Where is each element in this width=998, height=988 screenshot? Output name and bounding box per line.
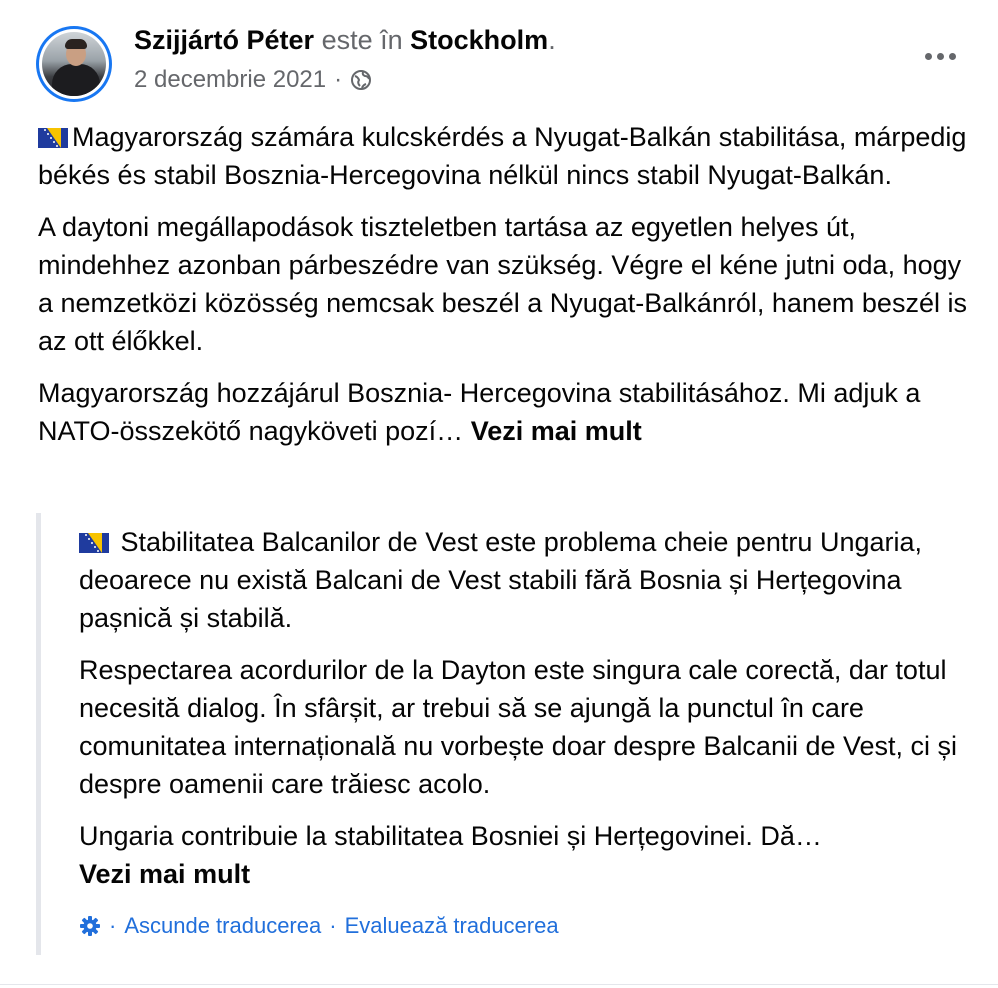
gear-icon[interactable] <box>79 915 101 937</box>
post-card: Szijjártó Péter este în Stockholm. 2 dec… <box>0 0 998 985</box>
post-paragraph-1: Magyarország számára kulcskérdés a Nyuga… <box>38 120 967 190</box>
translation-see-more-link[interactable]: Vezi mai mult <box>79 859 250 889</box>
translation-paragraph-2: Respectarea acordurilor de la Dayton est… <box>79 655 958 799</box>
footer-separator-1: · <box>109 913 117 938</box>
bosnia-flag-icon <box>79 525 109 553</box>
post-paragraph-2: A daytoni megállapodások tiszteletben ta… <box>38 212 967 356</box>
hide-translation-link[interactable]: Ascunde traducerea <box>124 913 321 939</box>
footer-separator-2: · <box>329 913 337 938</box>
post-paragraph-3: Magyarország hozzájárul Bosznia- Hercego… <box>38 378 921 446</box>
bosnia-flag-icon <box>38 120 68 148</box>
translated-text: Stabilitatea Balcanilor de Vest este pro… <box>79 523 969 907</box>
profile-photo <box>42 32 106 96</box>
translation-footer: · Ascunde traducerea · Evaluează traduce… <box>79 913 559 939</box>
globe-icon[interactable] <box>350 69 372 91</box>
location-link[interactable]: Stockholm <box>410 25 548 55</box>
author-name-link[interactable]: Szijjártó Péter <box>134 25 314 55</box>
translation-paragraph-3: Ungaria contribuie la stabilitatea Bosni… <box>79 821 822 889</box>
see-more-link[interactable]: Vezi mai mult <box>471 416 642 446</box>
post-meta: 2 decembrie 2021 · <box>134 66 372 94</box>
rate-translation-link[interactable]: Evaluează traducerea <box>345 913 559 939</box>
post-date-link[interactable]: 2 decembrie 2021 <box>134 66 326 94</box>
avatar[interactable] <box>36 26 112 102</box>
post-author-line: Szijjártó Péter este în Stockholm. <box>134 25 556 56</box>
translation-block: Stabilitatea Balcanilor de Vest este pro… <box>36 513 971 955</box>
more-options-icon[interactable] <box>920 44 960 68</box>
location-suffix: . <box>548 25 556 55</box>
translation-paragraph-1: Stabilitatea Balcanilor de Vest este pro… <box>79 525 922 633</box>
location-prefix: este în <box>321 25 403 55</box>
post-header: Szijjártó Péter este în Stockholm. 2 dec… <box>36 18 978 102</box>
post-body: Magyarország számára kulcskérdés a Nyuga… <box>38 118 968 464</box>
meta-separator: · <box>334 66 343 93</box>
